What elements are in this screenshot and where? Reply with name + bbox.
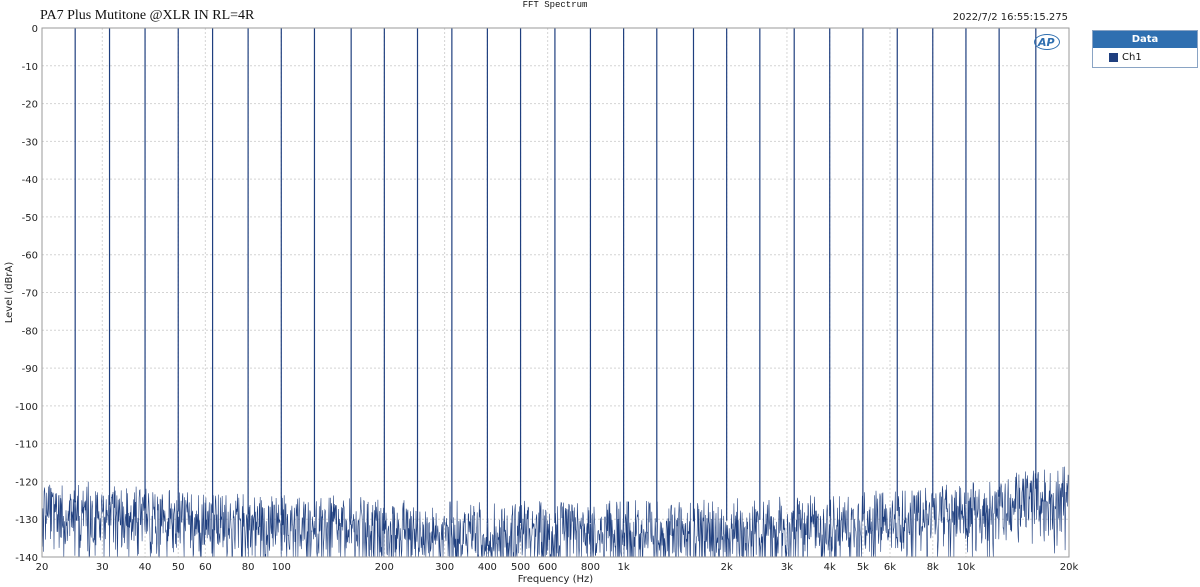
x-tick-label: 50 <box>172 562 185 573</box>
y-tick-label: -130 <box>15 515 38 526</box>
x-tick-label: 60 <box>199 562 212 573</box>
x-tick-label: 6k <box>884 562 896 573</box>
x-tick-label: 5k <box>857 562 869 573</box>
x-tick-label: 8k <box>927 562 939 573</box>
chart-timestamp: 2022/7/2 16:55:15.275 <box>952 12 1068 23</box>
x-tick-label: 1k <box>618 562 630 573</box>
y-tick-label: -20 <box>22 100 38 111</box>
y-tick-label: -140 <box>15 553 38 564</box>
chart-header-title: PA7 Plus Mutitone @XLR IN RL=4R <box>40 8 255 23</box>
x-tick-label: 4k <box>824 562 836 573</box>
fft-chart: 20 30 40 50 60 80 100 200 300 400 500 600 800 1k 2k 3k 4… <box>4 24 1079 585</box>
x-tick-label: 400 <box>478 562 497 573</box>
y-tick-label: -110 <box>15 440 38 451</box>
x-tick-label: 30 <box>96 562 109 573</box>
x-tick-label: 80 <box>242 562 255 573</box>
x-tick-label: 300 <box>435 562 454 573</box>
legend-panel[interactable]: Data Ch1 <box>1092 30 1198 68</box>
y-tick-label: -90 <box>22 364 38 375</box>
legend-item-ch1[interactable]: Ch1 <box>1093 48 1197 66</box>
x-tick-label: 40 <box>139 562 152 573</box>
chart-center-label: FFT Spectrum <box>522 0 588 10</box>
x-axis-label: Frequency (Hz) <box>518 574 594 585</box>
y-tick-label: 0 <box>32 24 38 35</box>
y-tick-label: -40 <box>22 175 38 186</box>
x-tick-label: 20k <box>1060 562 1079 573</box>
x-tick-label: 100 <box>272 562 291 573</box>
y-tick-label: -50 <box>22 213 38 224</box>
y-tick-label: -100 <box>15 402 38 413</box>
y-tick-label: -120 <box>15 477 38 488</box>
y-tick-label: -30 <box>22 137 38 148</box>
y-tick-label: -70 <box>22 289 38 300</box>
y-tick-label: -10 <box>22 62 38 73</box>
legend-title: Data <box>1093 31 1197 48</box>
x-tick-label: 500 <box>511 562 530 573</box>
legend-swatch <box>1109 52 1118 62</box>
x-tick-label: 200 <box>375 562 394 573</box>
y-axis-label: Level (dBrA) <box>4 262 15 324</box>
ap-logo-icon: AP <box>1038 36 1055 49</box>
y-tick-label: -80 <box>22 326 38 337</box>
x-tick-label: 10k <box>957 562 976 573</box>
x-tick-label: 800 <box>581 562 600 573</box>
x-tick-label: 600 <box>538 562 557 573</box>
x-tick-label: 2k <box>721 562 733 573</box>
y-tick-label: -60 <box>22 251 38 262</box>
x-tick-label: 3k <box>781 562 793 573</box>
legend-item-label: Ch1 <box>1122 51 1142 63</box>
